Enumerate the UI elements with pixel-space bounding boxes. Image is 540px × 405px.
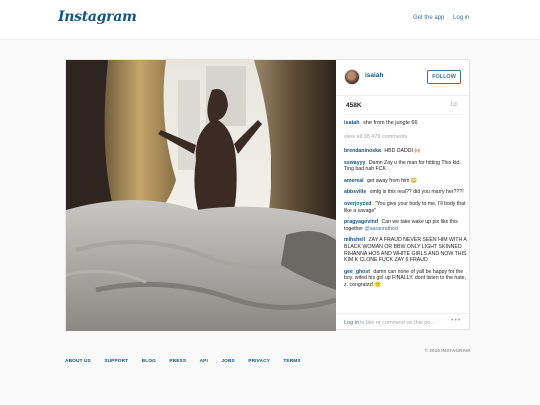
comment-item: mihshell ZAY A FRAUD NEVER SEEN HIM WITH… <box>344 237 468 263</box>
comment-item: overjoyced "You give your body to me, I'… <box>344 201 468 214</box>
comment-item: pragyagovind Can we take wake up pix lik… <box>344 219 468 232</box>
copyright: © 2015 INSTAGRAM <box>424 349 470 354</box>
add-comment-bar: Log in to like or comment on this po... … <box>336 313 471 331</box>
caption-text: she from the jungle 66 <box>363 120 418 126</box>
comment-username-link[interactable]: abbsville <box>344 189 366 195</box>
comment-item: abbsville omfg is this real?? did you ma… <box>344 189 468 196</box>
top-navigation-bar: Instagram Get the app Log in <box>0 0 540 40</box>
post-age[interactable]: 1d <box>450 102 457 108</box>
header-login-link[interactable]: Log in <box>453 15 469 21</box>
comment-mention-link[interactable]: @aaranrathod <box>365 226 398 232</box>
post-photo[interactable] <box>66 60 336 331</box>
comment-login-link[interactable]: Log in <box>344 320 359 326</box>
comment-username-link[interactable]: amereal <box>344 178 364 184</box>
footer-link-support[interactable]: SUPPORT <box>104 359 128 364</box>
comment-username-link[interactable]: mihshell <box>344 237 365 243</box>
caption-username-link[interactable]: isaiah <box>344 120 360 126</box>
post-caption: isaiah she from the jungle 66 <box>344 120 466 127</box>
comment-prompt-text: to like or comment on this po... <box>360 320 435 326</box>
comment-item: sswayyy Damn Zay u the man for hitting T… <box>344 160 468 173</box>
footer-link-api[interactable]: API <box>200 359 208 364</box>
footer: ABOUT US SUPPORT BLOG PRESS API JOBS PRI… <box>65 349 470 364</box>
comment-text: get away from him 😳 <box>367 177 418 184</box>
comment-list: brendaninoska HBD DADDI 🙌🏼 sswayyy Damn … <box>344 148 468 294</box>
view-all-comments-link[interactable]: view all 38,479 comments <box>344 134 407 140</box>
footer-link-blog[interactable]: BLOG <box>142 359 156 364</box>
post-sidebar: isaiah FOLLOW 458K 1d isaiah she from th… <box>336 60 471 331</box>
comment-username-link[interactable]: sswayyy <box>344 160 365 166</box>
comment-username-link[interactable]: overjoyced <box>344 201 371 207</box>
comment-text: omfg is this real?? did you marry her???… <box>369 189 464 196</box>
instagram-logo[interactable]: Instagram <box>58 9 137 25</box>
comment-item: gee_ghost damn can none of yall be happy… <box>344 269 468 289</box>
post-card: isaiah FOLLOW 458K 1d isaiah she from th… <box>65 59 471 331</box>
comment-username-link[interactable]: pragyagovind <box>344 219 378 225</box>
divider <box>344 114 463 115</box>
comment-username-link[interactable]: gee_ghost <box>344 269 370 275</box>
footer-link-jobs[interactable]: JOBS <box>221 359 234 364</box>
likes-count[interactable]: 458K <box>346 102 362 109</box>
comment-item: brendaninoska HBD DADDI 🙌🏼 <box>344 148 468 155</box>
footer-link-press[interactable]: PRESS <box>169 359 186 364</box>
follow-button[interactable]: FOLLOW <box>427 70 461 84</box>
avatar[interactable] <box>344 69 360 85</box>
footer-link-terms[interactable]: TERMS <box>283 359 300 364</box>
comment-text: HBD DADDI 🙌🏼 <box>384 148 421 154</box>
comment-username-link[interactable]: brendaninoska <box>344 148 381 154</box>
comment-item: amereal get away from him 😳 <box>344 178 468 185</box>
get-the-app-link[interactable]: Get the app <box>413 15 444 21</box>
footer-link-privacy[interactable]: PRIVACY <box>248 359 270 364</box>
post-header: isaiah FOLLOW <box>336 60 471 96</box>
post-username-link[interactable]: isaiah <box>365 72 383 79</box>
more-options-icon[interactable]: ••• <box>451 317 461 324</box>
footer-link-about-us[interactable]: ABOUT US <box>65 359 91 364</box>
